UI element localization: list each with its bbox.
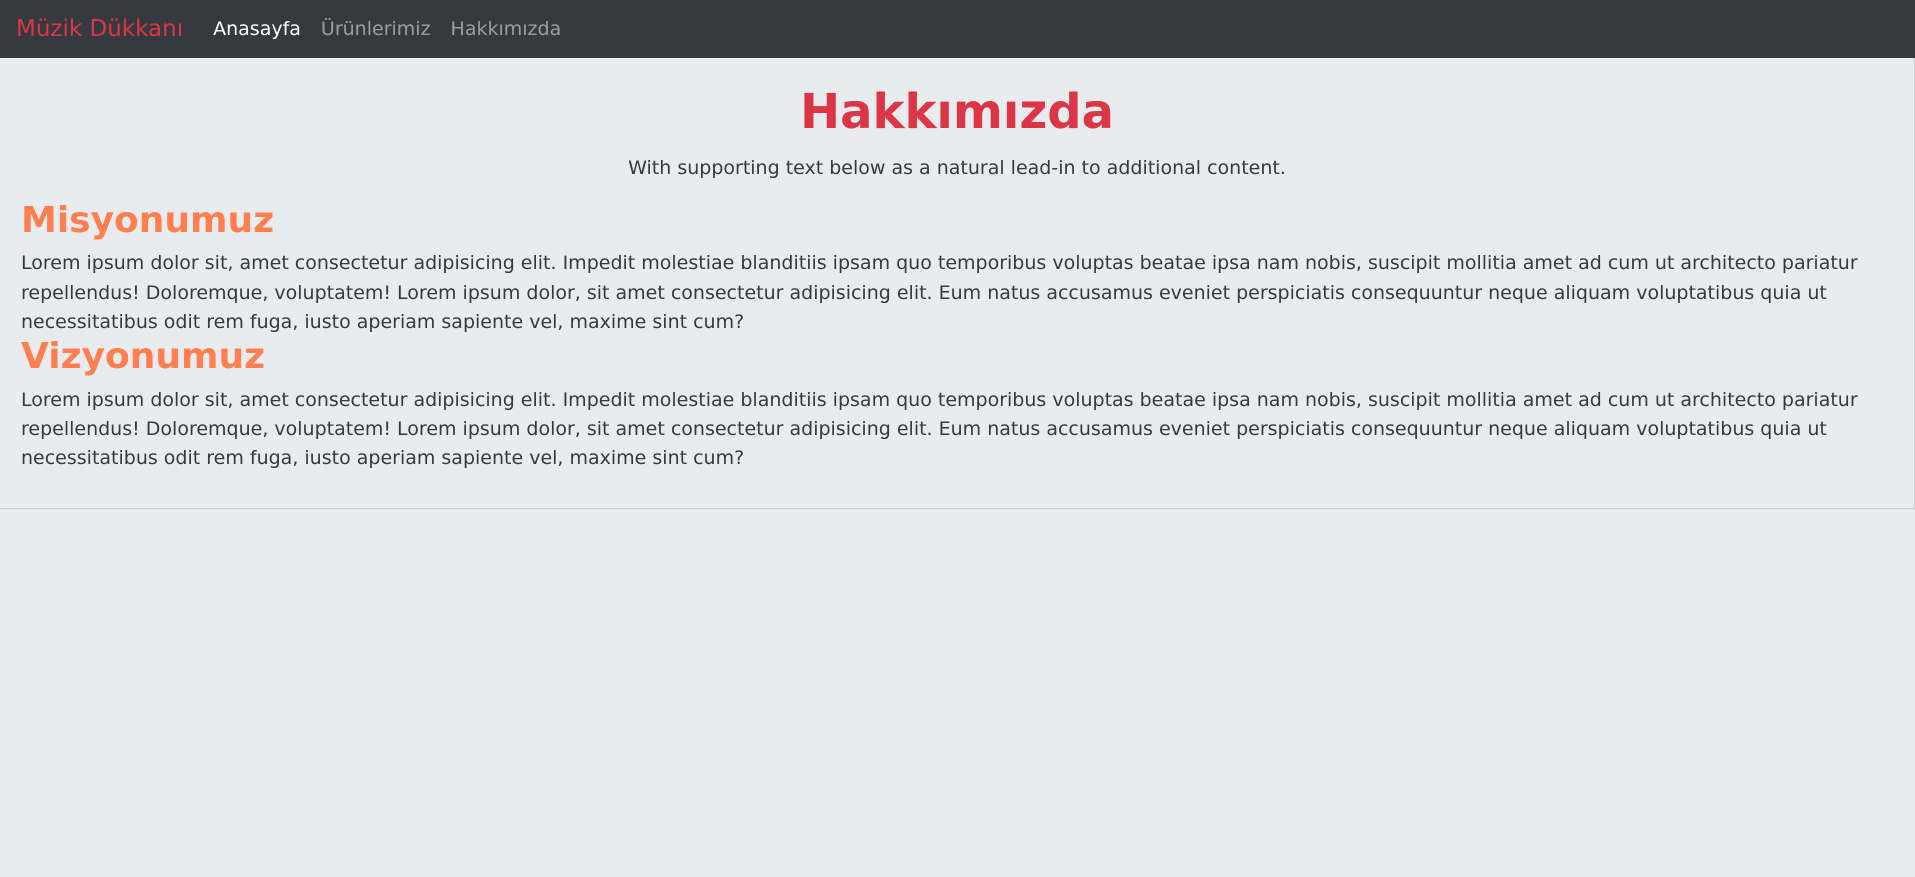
about-content: Hakkımızda With supporting text below as… (0, 58, 1915, 509)
vision-heading: Vizyonumuz (21, 335, 266, 377)
lead-text: With supporting text below as a natural … (628, 156, 1286, 179)
nav-link-hakkimizda[interactable]: Hakkımızda (451, 19, 562, 39)
mission-heading: Misyonumuz (21, 199, 275, 241)
brand-link[interactable]: Müzik Dükkanı (16, 17, 183, 41)
page-title: Hakkımızda (799, 84, 1114, 140)
vision-section: Vizyonumuz Lorem ipsum dolor sit, amet c… (21, 335, 1893, 474)
main-nav: Anasayfa Ürünlerimiz Hakkımızda (213, 19, 562, 39)
top-navbar: Müzik Dükkanı Anasayfa Ürünlerimiz Hakkı… (0, 0, 1915, 58)
nav-link-anasayfa[interactable]: Anasayfa (213, 19, 301, 39)
vision-text: Lorem ipsum dolor sit, amet consectetur … (21, 388, 1858, 470)
mission-section: Misyonumuz Lorem ipsum dolor sit, amet c… (21, 199, 1893, 338)
nav-link-urunlerimiz[interactable]: Ürünlerimiz (321, 19, 431, 39)
mission-text: Lorem ipsum dolor sit, amet consectetur … (21, 252, 1858, 334)
